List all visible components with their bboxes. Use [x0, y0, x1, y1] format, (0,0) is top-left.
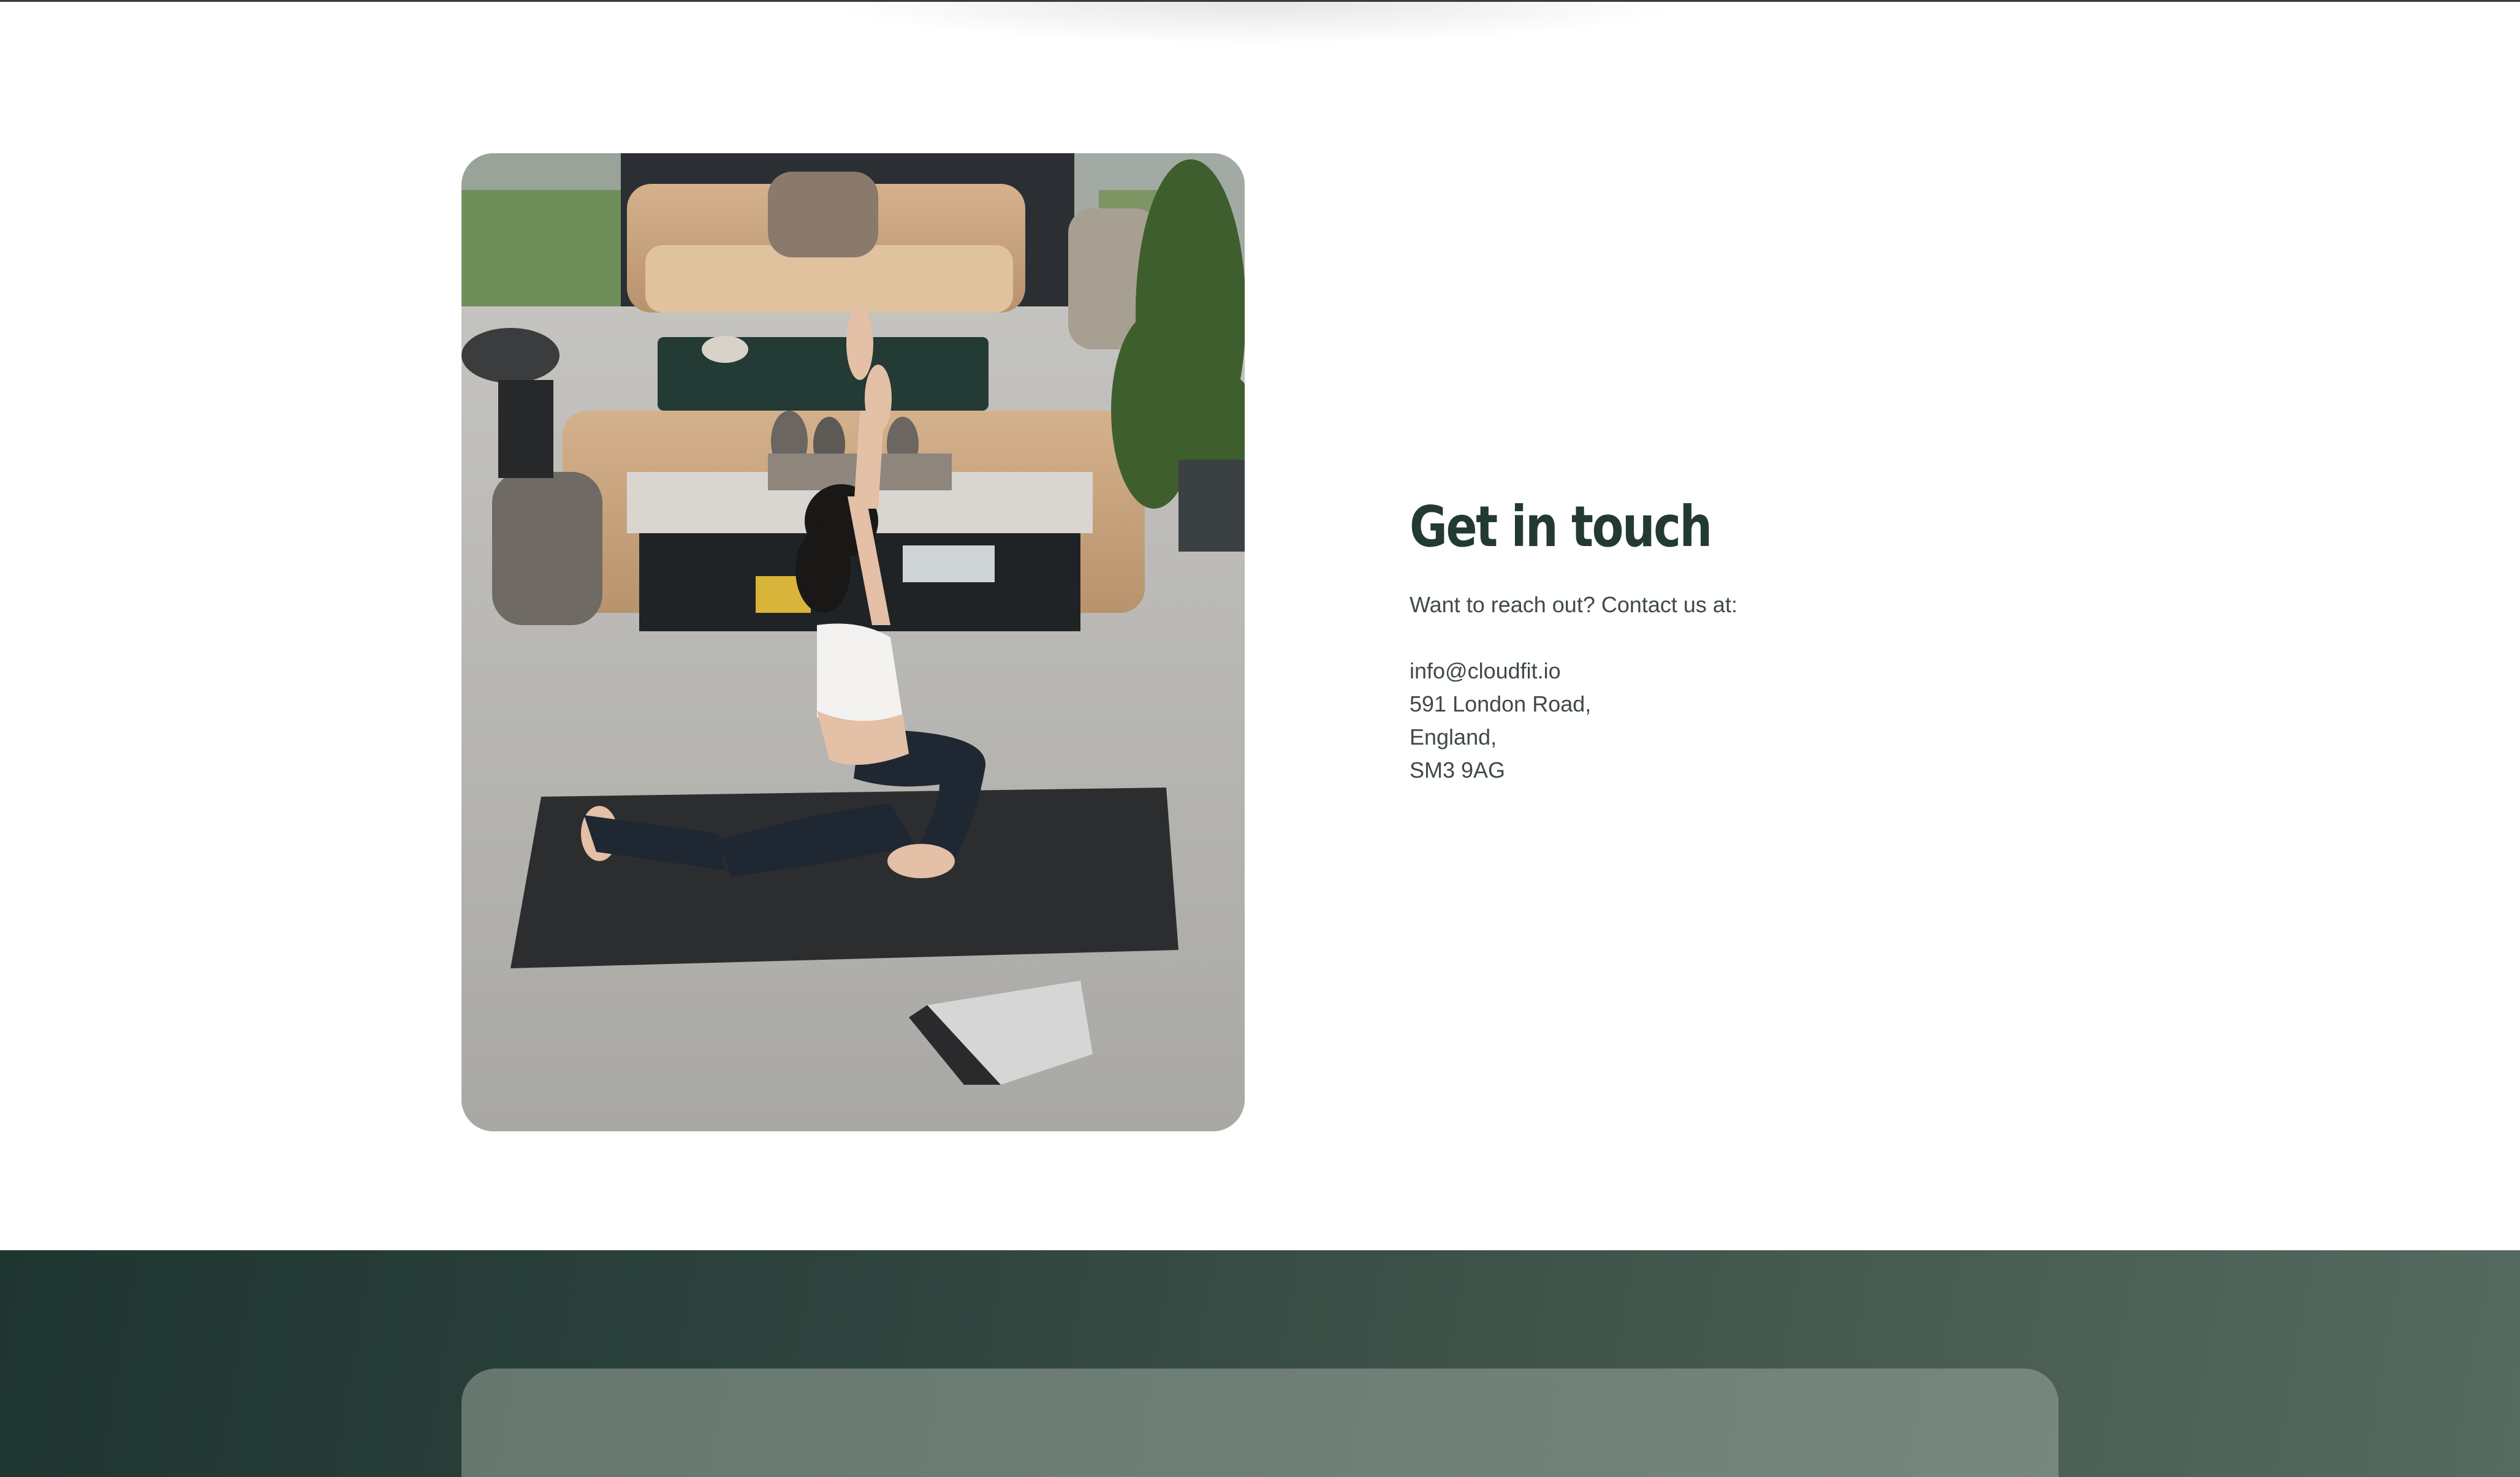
yoga-photo-icon — [461, 153, 1245, 1131]
contact-postcode: SM3 9AG — [1410, 757, 1506, 783]
contact-email[interactable]: info@cloudfit.io — [1410, 655, 2145, 688]
band-card — [461, 1369, 2059, 1477]
header-shadow — [821, 2, 1691, 45]
contact-title: Get in touch — [1410, 494, 1712, 560]
contact-info: Get in touch Want to reach out? Contact … — [1410, 490, 2145, 787]
contact-address-line2: England, — [1410, 724, 1497, 750]
bottom-band — [0, 1250, 2520, 1477]
contact-address-line1: 591 London Road, — [1410, 691, 1592, 716]
contact-photo — [461, 153, 1245, 1131]
contact-details: info@cloudfit.io 591 London Road, Englan… — [1410, 655, 2145, 787]
contact-intro: Want to reach out? Contact us at: — [1410, 592, 1737, 617]
contact-page: Get in touch Want to reach out? Contact … — [0, 0, 2520, 1477]
